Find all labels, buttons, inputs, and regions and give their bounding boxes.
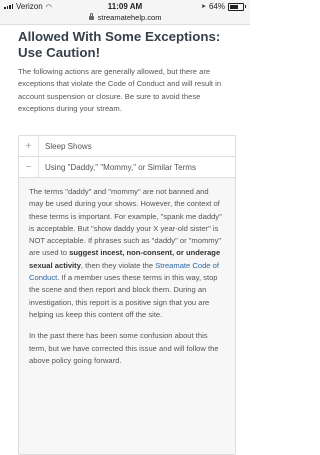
battery-icon xyxy=(228,2,244,11)
accordion-label: Sleep Shows xyxy=(45,141,92,151)
panel-paragraph: In the past there has been some confusio… xyxy=(29,331,219,365)
intro-text: The following actions are generally allo… xyxy=(18,67,222,114)
accordion-item-daddy-mommy[interactable]: − Using "Daddy," "Mommy," or Similar Ter… xyxy=(19,157,235,178)
accordion-panel: The terms "daddy" and "mommy" are not ba… xyxy=(19,178,235,454)
url-domain: streamatehelp.com xyxy=(97,13,162,22)
lock-icon xyxy=(88,13,94,20)
battery-indicator: ➤ 64% xyxy=(201,2,246,11)
accordion-item-sleep-shows[interactable]: + Sleep Shows xyxy=(19,136,235,157)
accordion: + Sleep Shows − Using "Daddy," "Mommy," … xyxy=(18,135,236,455)
location-icon: ➤ xyxy=(200,4,206,10)
expand-icon: + xyxy=(19,136,39,156)
collapse-icon: − xyxy=(19,157,39,177)
accordion-label: Using "Daddy," "Mommy," or Similar Terms xyxy=(45,162,196,172)
battery-percent: 64% xyxy=(208,2,225,11)
panel-paragraph: The terms "daddy" and "mommy" are not ba… xyxy=(29,187,222,319)
status-bar: Verizon ◠ 11:09 AM ➤ 64% xyxy=(0,0,250,13)
main-content: Allowed With Some Exceptions: Use Cautio… xyxy=(18,24,234,116)
page-title: Allowed With Some Exceptions: Use Cautio… xyxy=(18,29,221,60)
